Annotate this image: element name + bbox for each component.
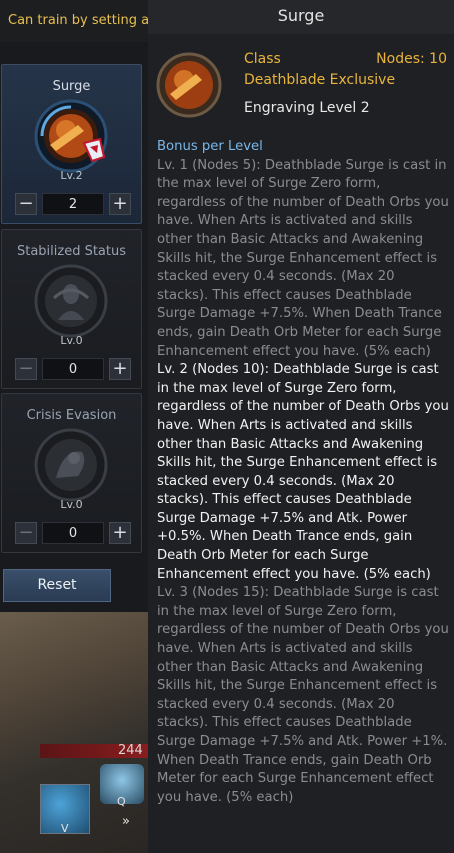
expand-chevron-icon[interactable]: » <box>122 814 130 829</box>
increase-button[interactable]: + <box>109 522 131 544</box>
level-value: 0 <box>42 358 104 380</box>
slot-title: Stabilized Status <box>16 244 127 259</box>
class-exclusive: Deathblade Exclusive <box>244 72 396 88</box>
level-stepper: − 2 + <box>15 193 131 215</box>
level-stepper: − 0 + <box>15 358 131 380</box>
training-hint-banner: Can train by setting a <box>0 0 150 42</box>
surge-icon <box>156 52 222 118</box>
engraving-panel: Can train by setting a Surge Lv.2 − 2 + … <box>0 0 150 853</box>
increase-button[interactable]: + <box>109 358 131 380</box>
level-3-description: Lv. 3 (Nodes 15): Deathblade Surge is ca… <box>157 585 449 805</box>
tooltip-title: Surge <box>148 0 454 34</box>
engraving-tooltip: Surge Class Nodes: 10 Deathblade Exclusi… <box>148 0 454 853</box>
nodes-count: Nodes: 10 <box>376 51 447 67</box>
level-stepper: − 0 + <box>15 522 131 544</box>
increase-button[interactable]: + <box>109 193 131 215</box>
tooltip-body: Bonus per Level Lv. 1 (Nodes 5): Deathbl… <box>157 138 449 807</box>
decrease-button[interactable]: − <box>15 193 37 215</box>
surge-engraving-icon <box>34 99 108 173</box>
decrease-button[interactable]: − <box>15 358 37 380</box>
engraving-slot-crisis-evasion[interactable]: Crisis Evasion Lv.0 − 0 + <box>1 393 142 553</box>
class-label: Class <box>244 51 281 67</box>
reset-button[interactable]: Reset <box>3 569 111 602</box>
bonus-header: Bonus per Level <box>157 139 263 154</box>
slot-title: Surge <box>52 79 91 94</box>
slot-level: Lv.2 <box>60 169 83 182</box>
engraving-slot-stabilized-status[interactable]: Stabilized Status Lv.0 − 0 + <box>1 229 142 389</box>
engraving-slot-surge[interactable]: Surge Lv.2 − 2 + <box>1 64 142 224</box>
hp-value: 244 <box>118 743 143 758</box>
slot-level: Lv.0 <box>60 498 83 511</box>
level-2-description: Lv. 2 (Nodes 10): Deathblade Surge is ca… <box>157 362 449 582</box>
level-value: 0 <box>42 522 104 544</box>
level-value: 2 <box>42 193 104 215</box>
skill-v-key: V <box>61 822 69 835</box>
level-1-description: Lv. 1 (Nodes 5): Deathblade Surge is cas… <box>157 157 449 359</box>
decrease-button[interactable]: − <box>15 522 37 544</box>
skill-q-key: Q <box>117 795 126 808</box>
crisis-evasion-engraving-icon <box>34 428 108 502</box>
engraving-level: Engraving Level 2 <box>244 100 370 116</box>
slot-level: Lv.0 <box>60 334 83 347</box>
stabilized-status-engraving-icon <box>34 264 108 338</box>
slot-title: Crisis Evasion <box>26 408 117 423</box>
